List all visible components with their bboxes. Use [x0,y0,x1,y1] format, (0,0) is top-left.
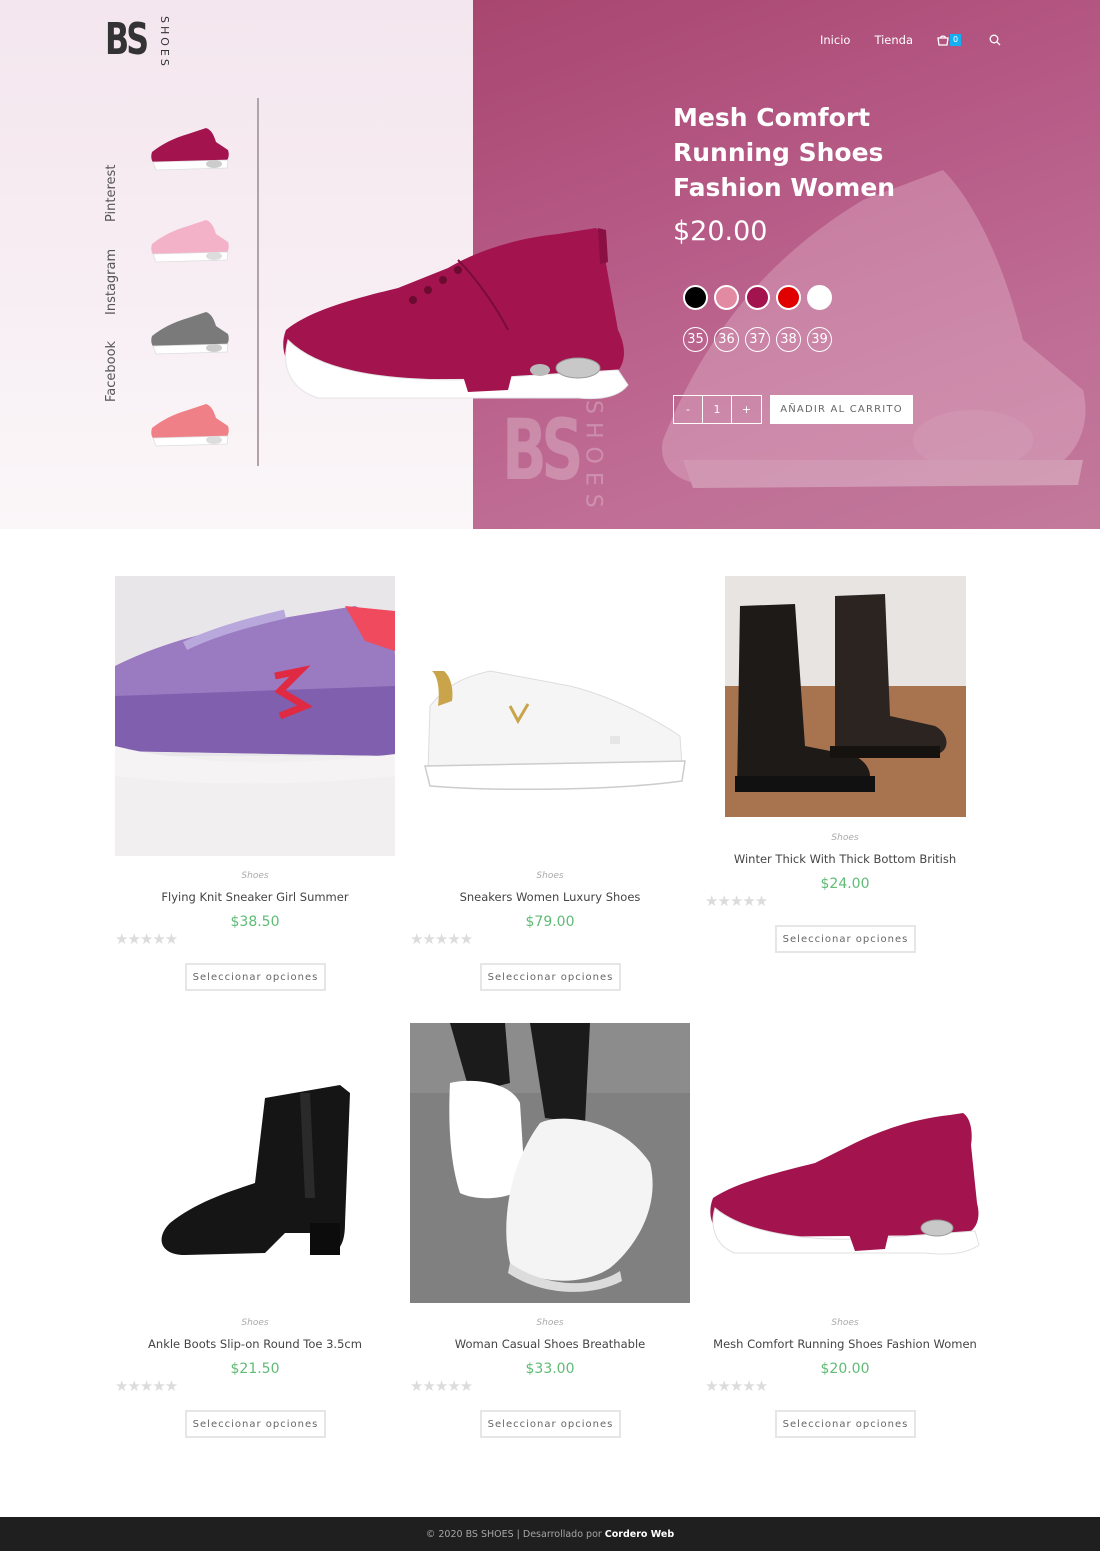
cart-icon [937,34,949,46]
watermark-subtext: SHOES [580,400,606,516]
product-name[interactable]: Sneakers Women Luxury Shoes [410,890,690,904]
product-name[interactable]: Woman Casual Shoes Breathable [410,1337,690,1351]
quantity-input[interactable]: 1 [703,396,732,423]
nav-link-home[interactable]: Inicio [820,33,850,47]
logo-subtext: SHOES [158,16,172,69]
quantity-increase-button[interactable]: + [732,396,761,423]
hero-watermark-logo: BS SHOES [502,400,606,516]
product-name[interactable]: Mesh Comfort Running Shoes Fashion Women [705,1337,985,1351]
cart-button[interactable]: 0 [937,34,962,46]
color-swatch-pink[interactable] [714,285,739,310]
product-image-flying-knit[interactable] [115,576,395,856]
product-category[interactable]: Shoes [410,871,690,881]
product-image-casual-shoes[interactable] [410,1023,690,1303]
footer-credit-link[interactable]: Cordero Web [605,1529,674,1540]
color-swatch-red[interactable] [776,285,801,310]
select-options-button[interactable]: Seleccionar opciones [775,1410,916,1438]
social-links: Facebook Instagram Pinterest [104,160,128,410]
quantity-stepper: - 1 + [673,395,762,424]
color-swatches [683,285,832,310]
product-image-mesh-comfort[interactable] [705,1023,985,1303]
nav-link-shop[interactable]: Tienda [874,33,913,47]
product-price: $79.00 [525,914,575,930]
social-link-instagram[interactable]: Instagram [104,249,119,315]
product-image-luxury-sneakers[interactable] [410,576,690,856]
product-rating-stars: ★★★★★ [705,892,768,910]
select-options-button[interactable]: Seleccionar opciones [480,963,621,991]
thumbnail-shoe-magenta[interactable] [148,122,232,174]
size-option-38[interactable]: 38 [776,327,801,352]
size-option-37[interactable]: 37 [745,327,770,352]
logo-text: BS [105,14,149,65]
main-product-image [283,228,629,400]
add-to-cart-button[interactable]: AÑADIR AL CARRITO [770,395,913,424]
product-title: Mesh Comfort Running Shoes Fashion Women [673,103,896,202]
quantity-decrease-button[interactable]: - [674,396,703,423]
product-rating-stars: ★★★★★ [410,930,473,948]
product-rating-stars: ★★★★★ [115,930,178,948]
size-option-36[interactable]: 36 [714,327,739,352]
product-price: $20.00 [820,1361,870,1377]
select-options-button[interactable]: Seleccionar opciones [775,925,916,953]
product-category[interactable]: Shoes [410,1318,690,1328]
product-rating-stars: ★★★★★ [115,1377,178,1395]
main-nav: Inicio Tienda 0 [820,33,1001,47]
cart-count-badge: 0 [950,34,962,46]
select-options-button[interactable]: Seleccionar opciones [185,1410,326,1438]
color-swatch-black[interactable] [683,285,708,310]
thumbnail-shoe-pink[interactable] [148,214,232,266]
product-name[interactable]: Ankle Boots Slip-on Round Toe 3.5cm [115,1337,395,1351]
social-link-facebook[interactable]: Facebook [104,341,119,402]
product-name[interactable]: Winter Thick With Thick Bottom British [705,852,985,866]
size-option-39[interactable]: 39 [807,327,832,352]
product-price: $20.00 [673,216,768,247]
select-options-button[interactable]: Seleccionar opciones [480,1410,621,1438]
product-price: $33.00 [525,1361,575,1377]
color-swatch-magenta[interactable] [745,285,770,310]
thumbnail-shoe-coral[interactable] [148,398,232,450]
social-link-pinterest[interactable]: Pinterest [104,165,119,222]
product-category[interactable]: Shoes [115,871,395,881]
gallery-divider [257,98,259,466]
thumbnail-shoe-gray[interactable] [148,306,232,358]
product-category[interactable]: Shoes [705,1318,985,1328]
product-rating-stars: ★★★★★ [705,1377,768,1395]
product-rating-stars: ★★★★★ [410,1377,473,1395]
product-image-ankle-boots[interactable] [115,1023,395,1303]
watermark-text: BS [502,401,584,499]
size-option-35[interactable]: 35 [683,327,708,352]
select-options-button[interactable]: Seleccionar opciones [185,963,326,991]
hero-section: BS SHOES Inicio Tienda 0 Facebook Instag… [0,0,1100,529]
search-icon [989,34,1001,46]
footer-copyright: © 2020 BS SHOES | Desarrollado por [425,1528,602,1540]
product-price: $21.50 [230,1361,280,1377]
product-category[interactable]: Shoes [115,1318,395,1328]
search-button[interactable] [989,34,1001,46]
product-name[interactable]: Flying Knit Sneaker Girl Summer [115,890,395,904]
color-swatch-white[interactable] [807,285,832,310]
product-category[interactable]: Shoes [705,833,985,843]
product-image-winter-boots[interactable] [725,576,966,817]
site-logo[interactable]: BS SHOES [105,14,171,69]
product-price: $38.50 [230,914,280,930]
size-options: 35 36 37 38 39 [683,327,832,352]
product-price: $24.00 [820,876,870,892]
site-footer: © 2020 BS SHOES | Desarrollado por Corde… [0,1517,1100,1551]
